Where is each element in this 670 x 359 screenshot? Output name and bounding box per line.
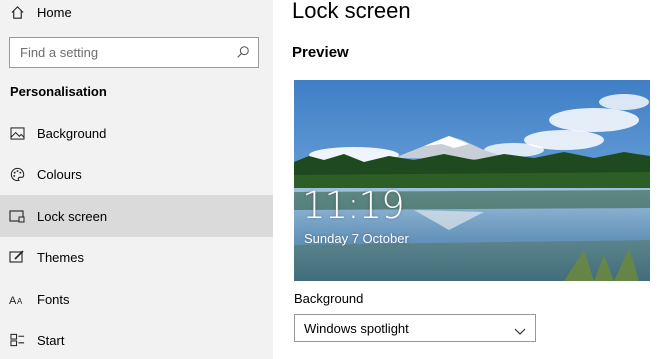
lock-screen-date: Sunday 7 October — [304, 231, 409, 246]
sidebar-item-label: Lock screen — [37, 208, 108, 224]
sidebar-item-label: Start — [37, 332, 65, 348]
start-icon — [9, 332, 25, 348]
search-input[interactable] — [10, 45, 220, 60]
sidebar-item-label: Background — [37, 125, 107, 141]
sidebar-item-label: Colours — [37, 166, 82, 182]
fonts-icon: AA — [9, 291, 25, 307]
lock-screen-icon — [9, 208, 25, 224]
background-label: Background — [294, 291, 364, 306]
sidebar-item-label: Themes — [37, 249, 84, 265]
themes-icon — [9, 249, 25, 265]
svg-text:A: A — [17, 297, 23, 306]
preview-heading: Preview — [292, 44, 349, 61]
section-title: Personalisation — [10, 84, 107, 99]
sidebar-item-background[interactable]: Background — [0, 112, 273, 154]
home-icon — [9, 4, 25, 20]
sidebar-item-themes[interactable]: Themes — [0, 236, 273, 278]
image-icon — [9, 125, 25, 141]
background-dropdown-value: Windows spotlight — [304, 320, 409, 336]
svg-text:A: A — [9, 295, 17, 306]
nav-home-label: Home — [37, 4, 72, 20]
sidebar-item-label: Fonts — [37, 291, 70, 307]
sidebar: Home Personalisation Background Colours — [0, 0, 273, 359]
sidebar-item-fonts[interactable]: AA Fonts — [0, 278, 273, 320]
sidebar-item-start[interactable]: Start — [0, 319, 273, 359]
nav-home[interactable]: Home — [0, 0, 273, 33]
lock-screen-preview: 11:19 Sunday 7 October — [294, 80, 650, 281]
search-icon[interactable] — [236, 45, 250, 64]
preview-wallpaper — [294, 80, 650, 281]
sidebar-item-lock-screen[interactable]: Lock screen — [0, 195, 273, 237]
chevron-down-icon — [514, 323, 526, 341]
search-box[interactable] — [9, 37, 259, 68]
lock-screen-time: 11:19 — [302, 184, 405, 227]
palette-icon — [9, 166, 25, 182]
sidebar-item-colours[interactable]: Colours — [0, 153, 273, 195]
background-dropdown[interactable]: Windows spotlight — [294, 314, 536, 342]
settings-window: Home Personalisation Background Colours — [0, 0, 670, 359]
page-title: Lock screen — [292, 0, 411, 23]
